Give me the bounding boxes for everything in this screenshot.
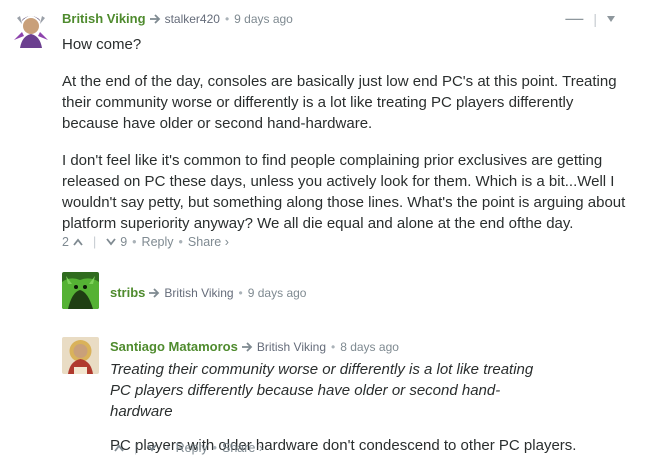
chevron-down-icon [147,444,157,452]
timestamp-link[interactable]: 8 days ago [340,340,399,354]
comment-actions: 2 | 9 • Reply • Share › [62,235,229,249]
upvote-button[interactable]: 2 [62,235,87,249]
author-link[interactable]: stribs [110,285,145,300]
reply-arrow-icon [241,341,254,353]
comment-paragraph: How come? [62,36,142,53]
separator-dot: • [212,441,217,455]
controls-divider: | [593,10,597,27]
avatar-british-viking[interactable] [12,10,50,48]
comment-body: How come? At the end of the day, console… [62,34,632,234]
vote-divider: | [134,441,138,455]
reply-arrow-icon [148,287,161,299]
reply-button[interactable]: Reply [142,235,174,249]
upvote-count: 2 [62,235,69,249]
upvote-button[interactable] [110,444,128,452]
share-button[interactable]: Share › [222,441,263,455]
comment-meta: Santiago Matamoros British Viking • 8 da… [110,339,399,354]
comment-paragraph: At the end of the day, consoles are basi… [62,73,617,132]
chevron-down-icon [106,238,116,246]
separator-dot: • [132,235,137,249]
menu-caret-icon[interactable] [607,15,615,22]
timestamp-link[interactable]: 9 days ago [234,12,293,26]
author-link[interactable]: Santiago Matamoros [110,339,238,354]
avatar-santiago-matamoros[interactable] [62,337,99,374]
collapse-button[interactable]: — [565,8,583,29]
separator-dot: • [238,285,243,300]
avatar-stribs[interactable] [62,272,99,309]
comment-controls: — | [565,8,615,29]
comment-actions: | • Reply • Share › [110,441,263,455]
chevron-up-icon [114,444,124,452]
separator-dot: • [224,11,230,26]
comment-meta: stribs British Viking • 9 days ago [110,285,306,300]
separator-dot: • [331,339,336,354]
downvote-count: 9 [120,235,128,249]
downvote-button[interactable] [143,444,161,452]
separator-dot: • [178,235,183,249]
comment-paragraph: I don't feel like it's common to find pe… [62,152,626,232]
comment-meta: British Viking stalker420 • 9 days ago [62,11,293,26]
timestamp-link[interactable]: 9 days ago [248,286,307,300]
reply-arrow-icon [149,13,162,25]
parent-author-link[interactable]: stalker420 [165,12,220,26]
downvote-button[interactable]: 9 [102,235,127,249]
vote-divider: | [92,235,97,249]
quoted-text: Treating their community worse or differ… [110,361,534,420]
parent-author-link[interactable]: British Viking [257,340,326,354]
parent-author-link[interactable]: British Viking [164,286,233,300]
chevron-up-icon [73,238,83,246]
share-button[interactable]: Share › [188,235,229,249]
author-link[interactable]: British Viking [62,11,146,26]
reply-button[interactable]: Reply [176,441,208,455]
separator-dot: • [166,441,171,455]
